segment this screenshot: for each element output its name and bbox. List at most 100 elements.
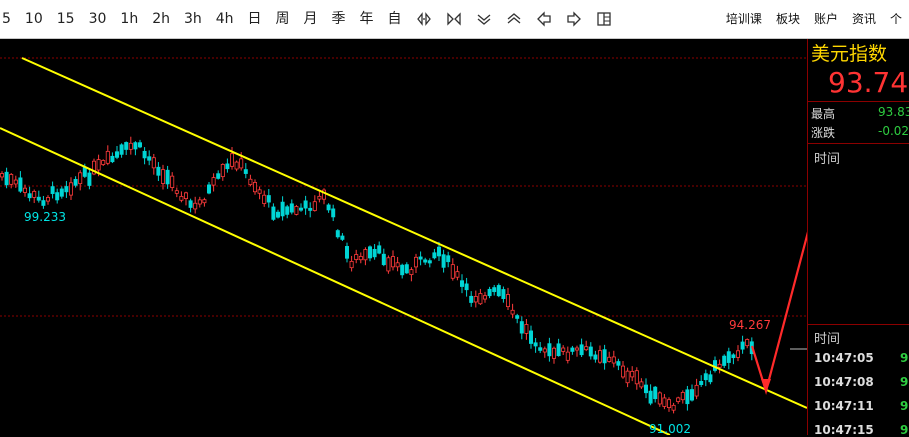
candle-body: [225, 163, 230, 170]
candle-body: [584, 346, 589, 351]
candle-body: [418, 256, 423, 260]
period-button[interactable]: 15: [50, 0, 82, 38]
candle-body: [423, 259, 428, 263]
panel-layout-icon[interactable]: [589, 0, 619, 38]
toolbar-icons: [409, 0, 619, 38]
candle-body: [275, 211, 280, 218]
candle-body: [404, 264, 409, 274]
divider: [808, 101, 909, 102]
candle-body: [96, 159, 101, 171]
zoom-out-icon[interactable]: [439, 0, 469, 38]
candle-body: [133, 142, 138, 150]
period-button[interactable]: 1h: [113, 0, 145, 38]
period-button[interactable]: 5: [0, 0, 18, 38]
candle-body: [160, 169, 165, 184]
candle-body: [115, 151, 120, 158]
candle-body: [482, 295, 487, 300]
divider: [808, 143, 909, 144]
candle-body: [459, 280, 464, 287]
candle-body: [731, 354, 736, 359]
period-button[interactable]: 季: [325, 0, 353, 38]
candle-body: [119, 144, 124, 155]
candle-body: [220, 164, 225, 178]
candle-body: [386, 257, 391, 272]
candle-body: [280, 201, 285, 217]
candle-body: [625, 370, 630, 384]
candle-body: [690, 389, 695, 401]
candle-body: [671, 404, 676, 411]
candle-body: [473, 296, 478, 303]
menu-item[interactable]: 个: [883, 0, 909, 38]
candle-body: [496, 285, 501, 297]
candle-body: [257, 189, 262, 194]
menu-item[interactable]: 账户: [807, 0, 845, 38]
period-button[interactable]: 年: [353, 0, 381, 38]
arrow-right-icon[interactable]: [559, 0, 589, 38]
candle-body: [487, 288, 492, 297]
menu-item[interactable]: 板块: [769, 0, 807, 38]
menu-item[interactable]: 培训课: [719, 0, 769, 38]
arrow-left-icon[interactable]: [529, 0, 559, 38]
candle-body: [446, 255, 451, 263]
candle-body: [9, 174, 14, 185]
period-button[interactable]: 自: [381, 0, 409, 38]
candle-body: [197, 199, 202, 205]
period-button[interactable]: 4h: [209, 0, 241, 38]
chevron-down-icon[interactable]: [469, 0, 499, 38]
candle-body: [151, 157, 156, 169]
tick-time-header: 时间: [814, 332, 841, 347]
period-button[interactable]: 10: [18, 0, 50, 38]
candle-body: [234, 161, 239, 170]
last-price: 93.74: [828, 66, 909, 99]
candle-body: [0, 173, 4, 178]
candle-body: [82, 166, 87, 177]
candle-body: [303, 200, 308, 209]
candle-body: [73, 178, 78, 186]
candle-body: [243, 169, 248, 174]
forecast-arrow: [750, 231, 807, 395]
candle-body: [588, 346, 593, 357]
candle-body: [193, 202, 198, 210]
channel-lower-line: [0, 127, 671, 435]
period-button[interactable]: 月: [297, 0, 325, 38]
tick-time: 10:47:11: [814, 399, 874, 413]
candle-body: [27, 193, 32, 199]
candle-body: [69, 182, 74, 196]
candle-body: [607, 356, 612, 362]
kline-chart[interactable]: 99.233 94.267 91.002: [0, 39, 807, 435]
candle-body: [427, 260, 432, 264]
candle-body: [110, 155, 115, 163]
candle-body: [740, 341, 745, 350]
symbol-title: 美元指数: [811, 43, 888, 65]
candle-body: [46, 197, 51, 202]
divider: [808, 324, 909, 325]
candle-body: [395, 262, 400, 268]
change-value: -0.02: [878, 124, 909, 138]
candle-body: [285, 206, 290, 215]
period-button[interactable]: 周: [269, 0, 297, 38]
candle-body: [124, 142, 129, 150]
candle-body: [519, 321, 524, 334]
period-button[interactable]: 日: [241, 0, 269, 38]
candle-body: [87, 172, 92, 186]
tick-price: 93: [900, 351, 909, 365]
candle-body: [657, 392, 662, 405]
candle-body: [128, 142, 133, 150]
chevron-up-icon[interactable]: [499, 0, 529, 38]
zoom-in-icon[interactable]: [409, 0, 439, 38]
candle-body: [294, 206, 299, 215]
period-button[interactable]: 3h: [177, 0, 209, 38]
candle-body: [634, 370, 639, 385]
candle-body: [298, 207, 303, 211]
period-button[interactable]: 30: [82, 0, 114, 38]
candle-body: [206, 184, 211, 194]
candle-body: [616, 361, 621, 366]
period-button[interactable]: 2h: [145, 0, 177, 38]
candle-body: [575, 347, 580, 351]
candle-body: [501, 289, 506, 299]
candle-body: [229, 153, 234, 167]
candle-body: [170, 175, 175, 188]
menu-item[interactable]: 资讯: [845, 0, 883, 38]
candle-body: [390, 256, 395, 268]
candle-body: [538, 347, 543, 351]
